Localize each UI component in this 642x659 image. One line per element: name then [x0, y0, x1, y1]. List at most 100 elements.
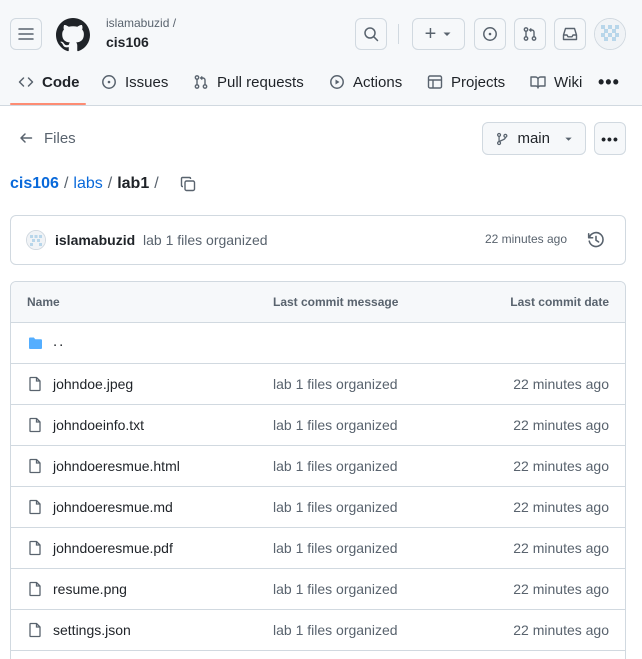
tab-code-label: Code [42, 73, 80, 91]
menu-button[interactable] [10, 18, 42, 50]
breadcrumb-separator: / [63, 175, 69, 192]
table-row[interactable]: johndoeinfo.txt lab 1 files organized 22… [11, 405, 625, 446]
column-header-date: Last commit date [510, 295, 609, 309]
file-name-link[interactable]: johndoeresmue.md [53, 499, 173, 515]
your-issues-button[interactable] [474, 18, 506, 50]
file-name-link[interactable]: johndoe.jpeg [53, 376, 133, 392]
search-icon [364, 27, 379, 42]
file-icon [29, 376, 41, 392]
table-row[interactable]: settings.json lab 1 files organized 22 m… [11, 610, 625, 651]
file-commit-message-link[interactable]: lab 1 files organized [273, 417, 398, 433]
breadcrumb: cis106 / labs / lab1 / [10, 172, 196, 196]
file-commit-date: 22 minutes ago [513, 540, 609, 556]
tab-actions[interactable]: Actions [329, 62, 402, 102]
branch-name: main [517, 130, 550, 147]
breadcrumb-separator: / [107, 175, 113, 192]
inbox-icon [562, 27, 578, 41]
your-pull-requests-button[interactable] [514, 18, 546, 50]
header-divider [398, 24, 399, 44]
parent-directory-link[interactable]: .. [53, 333, 65, 350]
identicon-avatar [595, 19, 625, 49]
files-label: Files [44, 129, 76, 147]
triangle-down-icon [565, 137, 572, 141]
table-icon [427, 75, 443, 89]
tab-pull-requests-label: Pull requests [217, 73, 304, 91]
repo-name-link[interactable]: cis106 [106, 34, 149, 50]
active-tab-indicator [10, 103, 86, 105]
file-commit-date: 22 minutes ago [513, 622, 609, 638]
tab-projects[interactable]: Projects [427, 62, 505, 102]
file-icon [29, 499, 41, 515]
table-row[interactable]: resume.png lab 1 files organized 22 minu… [11, 569, 625, 610]
branch-selector[interactable]: main [482, 122, 586, 155]
search-button[interactable] [355, 18, 387, 50]
git-pull-request-icon [194, 75, 208, 89]
table-header: Name Last commit message Last commit dat… [11, 282, 625, 323]
folder-icon [29, 337, 42, 349]
commit-author-avatar[interactable] [26, 230, 46, 250]
issue-opened-icon [102, 75, 116, 89]
book-icon [530, 76, 546, 89]
inbox-button[interactable] [554, 18, 586, 50]
commit-author-link[interactable]: islamabuzid [55, 232, 135, 248]
files-back-link[interactable]: Files [18, 124, 76, 152]
file-commit-date: 22 minutes ago [513, 499, 609, 515]
tab-issues-label: Issues [125, 73, 169, 91]
breadcrumb-separator: / [154, 175, 159, 192]
file-name-link[interactable]: johndoeresmue.pdf [53, 540, 173, 556]
tab-issues[interactable]: Issues [101, 62, 168, 102]
file-commit-message-link[interactable]: lab 1 files organized [273, 458, 398, 474]
file-name-link[interactable]: resume.png [53, 581, 127, 597]
code-icon [18, 77, 34, 87]
file-commit-date: 22 minutes ago [513, 458, 609, 474]
copy-path-button[interactable] [180, 176, 196, 192]
commit-history-button[interactable] [587, 231, 605, 252]
repo-nav-tabs: Code Issues Pull requests Actions Projec… [0, 62, 642, 106]
file-commit-message-link[interactable]: lab 1 files organized [273, 499, 398, 515]
column-header-message: Last commit message [273, 295, 399, 309]
breadcrumb-labs-link[interactable]: labs [73, 175, 102, 193]
file-icon [29, 417, 41, 433]
tab-projects-label: Projects [451, 73, 506, 91]
triangle-down-icon [443, 32, 451, 36]
tab-wiki[interactable]: Wiki [530, 62, 582, 102]
history-icon [587, 231, 604, 248]
file-commit-message-link[interactable]: lab 1 files organized [273, 376, 398, 392]
breadcrumb-current: lab1 [117, 175, 150, 192]
file-table: Name Last commit message Last commit dat… [10, 281, 626, 659]
table-row[interactable]: johndoeresmue.md lab 1 files organized 2… [11, 487, 625, 528]
file-commit-message-link[interactable]: lab 1 files organized [273, 581, 398, 597]
file-commit-date: 22 minutes ago [513, 581, 609, 597]
git-branch-icon [496, 132, 508, 145]
file-icon [29, 458, 41, 474]
table-row[interactable]: johndoe.jpeg lab 1 files organized 22 mi… [11, 364, 625, 405]
file-commit-date: 22 minutes ago [513, 417, 609, 433]
commit-message-link[interactable]: lab 1 files organized [143, 232, 268, 248]
file-name-link[interactable]: johndoeresmue.html [53, 458, 180, 474]
file-name-link[interactable]: johndoeinfo.txt [53, 417, 144, 433]
play-icon [330, 75, 344, 89]
tab-actions-label: Actions [353, 73, 403, 91]
file-icon [29, 540, 41, 556]
repo-owner-link[interactable]: islamabuzid / [106, 16, 176, 30]
create-new-button[interactable]: + [412, 18, 465, 50]
table-row[interactable]: johndoeresmue.pdf lab 1 files organized … [11, 528, 625, 569]
tabs-overflow-button[interactable]: ••• [598, 62, 620, 102]
file-icon [29, 622, 41, 638]
menu-icon [18, 28, 34, 40]
github-logo-icon[interactable] [56, 18, 90, 52]
more-options-button[interactable]: ••• [594, 122, 626, 155]
tab-pull-requests[interactable]: Pull requests [193, 62, 304, 102]
breadcrumb-repo-link[interactable]: cis106 [10, 175, 59, 193]
file-name-link[interactable]: settings.json [53, 622, 131, 638]
table-row[interactable]: johndoeresmue.html lab 1 files organized… [11, 446, 625, 487]
tab-code[interactable]: Code [18, 62, 80, 102]
avatar[interactable] [594, 18, 626, 50]
file-commit-date: 22 minutes ago [513, 376, 609, 392]
file-commit-message-link[interactable]: lab 1 files organized [273, 540, 398, 556]
file-commit-message-link[interactable]: lab 1 files organized [273, 622, 398, 638]
arrow-left-icon [20, 133, 33, 143]
file-icon [29, 581, 41, 597]
parent-directory-row[interactable]: .. [11, 323, 625, 364]
copy-icon [180, 176, 195, 192]
